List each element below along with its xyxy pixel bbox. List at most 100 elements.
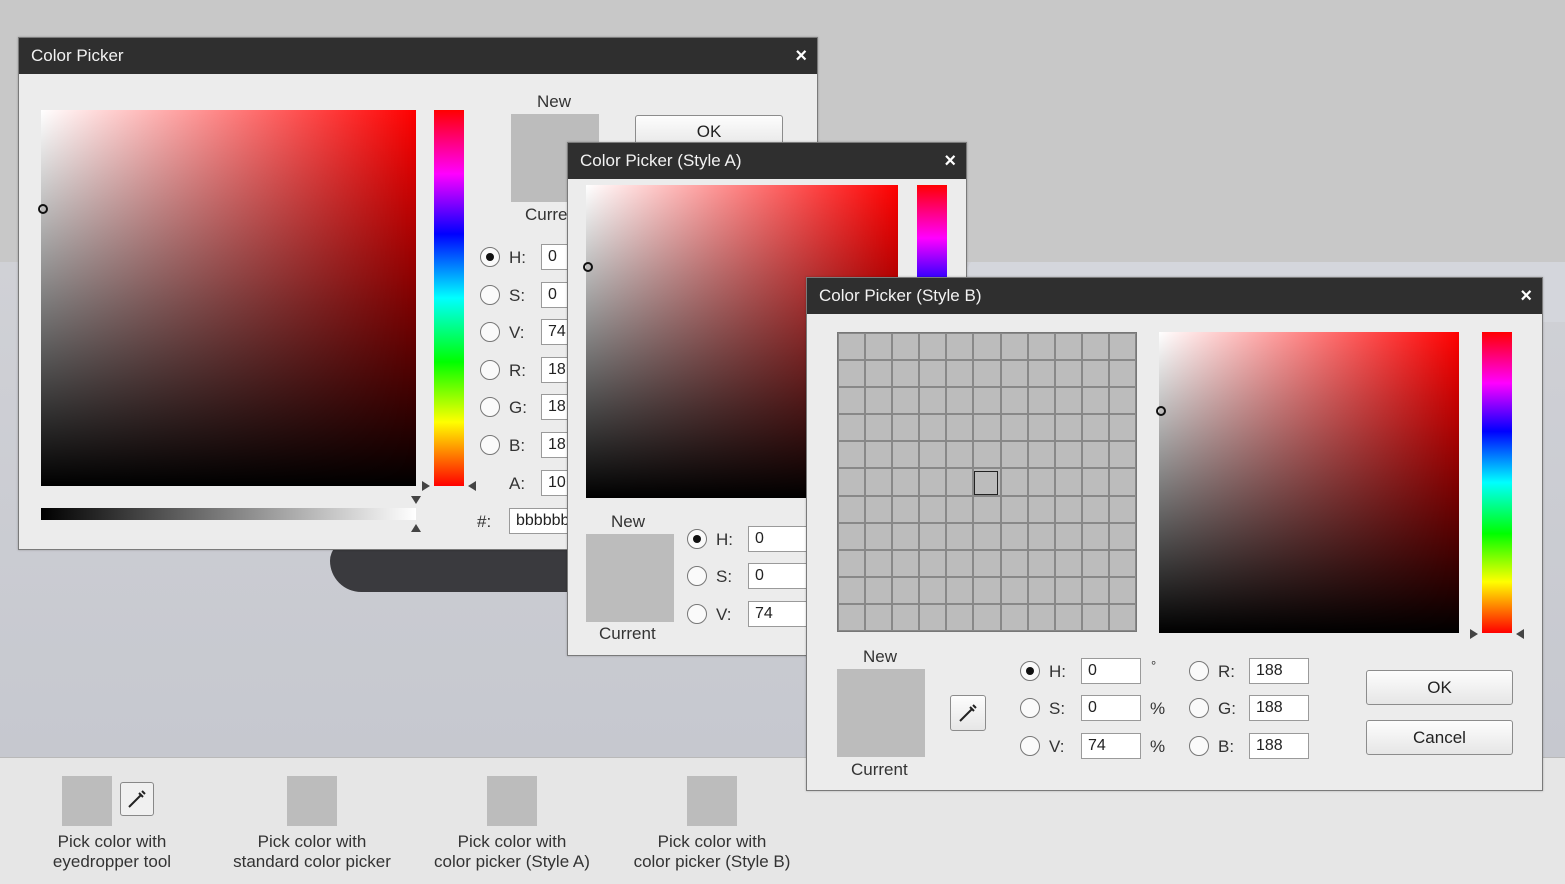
swatch-cell[interactable] <box>1109 604 1135 630</box>
close-icon[interactable]: × <box>944 143 956 179</box>
swatch-cell[interactable] <box>1082 496 1108 522</box>
swatch-cell[interactable] <box>893 604 919 630</box>
swatch-cell[interactable] <box>947 415 973 441</box>
swatch-cell[interactable] <box>920 388 946 414</box>
swatch-cell[interactable] <box>1055 469 1081 495</box>
radio-b[interactable] <box>1189 736 1209 756</box>
swatch-cell[interactable] <box>920 577 946 603</box>
swatch-cell[interactable] <box>1028 577 1054 603</box>
swatch-cell[interactable] <box>893 577 919 603</box>
swatch-cell[interactable] <box>1109 523 1135 549</box>
cancel-button[interactable]: Cancel <box>1366 720 1513 755</box>
swatch-cell[interactable] <box>1001 523 1027 549</box>
eyedropper-button[interactable] <box>120 782 154 816</box>
swatch-cell[interactable] <box>1082 577 1108 603</box>
swatch-cell[interactable] <box>947 388 973 414</box>
swatch-cell[interactable] <box>1028 415 1054 441</box>
radio-r[interactable] <box>480 360 500 380</box>
swatch-cell[interactable] <box>866 388 892 414</box>
swatch-cell[interactable] <box>947 496 973 522</box>
sv-cursor[interactable] <box>38 204 48 214</box>
eyedropper-button[interactable] <box>950 695 986 731</box>
swatch-cell[interactable] <box>1001 334 1027 360</box>
swatch-cell[interactable] <box>1082 469 1108 495</box>
swatch-cell[interactable] <box>839 469 865 495</box>
swatch-cell[interactable] <box>920 550 946 576</box>
swatch-cell[interactable] <box>866 442 892 468</box>
swatch-cell[interactable] <box>893 496 919 522</box>
radio-g[interactable] <box>1189 698 1209 718</box>
swatch-cell[interactable] <box>1028 388 1054 414</box>
swatch-cell[interactable] <box>974 388 1000 414</box>
s-field[interactable]: 0 <box>1081 695 1141 721</box>
swatch-cell[interactable] <box>839 550 865 576</box>
radio-h[interactable] <box>687 529 707 549</box>
swatch-cell[interactable] <box>1028 442 1054 468</box>
swatch-cell[interactable] <box>974 361 1000 387</box>
swatch-cell[interactable] <box>1028 604 1054 630</box>
swatch-cell[interactable] <box>1109 577 1135 603</box>
swatch-cell[interactable] <box>893 523 919 549</box>
swatch-cell[interactable] <box>1055 415 1081 441</box>
close-icon[interactable]: × <box>1520 278 1532 314</box>
swatch-cell[interactable] <box>839 523 865 549</box>
radio-h[interactable] <box>1020 661 1040 681</box>
swatch-cell[interactable] <box>893 415 919 441</box>
radio-s[interactable] <box>480 285 500 305</box>
swatch-cell[interactable] <box>866 334 892 360</box>
swatch-cell[interactable] <box>1082 334 1108 360</box>
swatch-cell[interactable] <box>1028 496 1054 522</box>
swatch-cell[interactable] <box>1109 550 1135 576</box>
swatch-cell[interactable] <box>1055 334 1081 360</box>
swatch-cell[interactable] <box>920 496 946 522</box>
hue-slider[interactable] <box>1482 332 1512 633</box>
swatch-cell[interactable] <box>839 334 865 360</box>
swatch-cell[interactable] <box>1001 469 1027 495</box>
swatch-cell[interactable] <box>1109 361 1135 387</box>
swatch-cell[interactable] <box>974 577 1000 603</box>
swatch-cell[interactable] <box>920 442 946 468</box>
radio-v[interactable] <box>1020 736 1040 756</box>
swatch-cell[interactable] <box>1001 388 1027 414</box>
alpha-slider[interactable] <box>41 508 416 520</box>
swatch-cell[interactable] <box>1055 361 1081 387</box>
sv-cursor[interactable] <box>583 262 593 272</box>
eyedropper-color-swatch[interactable] <box>62 776 112 826</box>
swatch-cell[interactable] <box>1109 388 1135 414</box>
swatch-cell[interactable] <box>1109 442 1135 468</box>
swatch-cell[interactable] <box>947 334 973 360</box>
swatch-cell[interactable] <box>1028 361 1054 387</box>
swatch-cell[interactable] <box>1055 388 1081 414</box>
radio-s[interactable] <box>687 566 707 586</box>
swatch-cell[interactable] <box>893 442 919 468</box>
swatch-cell[interactable] <box>947 361 973 387</box>
swatch-cell[interactable] <box>1055 442 1081 468</box>
style-b-picker-swatch[interactable] <box>687 776 737 826</box>
saturation-value-area[interactable] <box>41 110 416 486</box>
swatch-cell[interactable] <box>920 415 946 441</box>
swatch-cell[interactable] <box>1109 334 1135 360</box>
swatch-cell[interactable] <box>947 442 973 468</box>
swatch-cell[interactable] <box>839 577 865 603</box>
swatch-cell[interactable] <box>866 577 892 603</box>
swatch-cell[interactable] <box>974 442 1000 468</box>
swatch-cell[interactable] <box>920 361 946 387</box>
r-field[interactable]: 188 <box>1249 658 1309 684</box>
radio-v[interactable] <box>687 604 707 624</box>
swatch-cell[interactable] <box>866 469 892 495</box>
swatch-cell[interactable] <box>866 361 892 387</box>
swatch-cell[interactable] <box>1082 388 1108 414</box>
swatch-cell[interactable] <box>1082 604 1108 630</box>
swatch-cell[interactable] <box>974 415 1000 441</box>
swatch-cell[interactable] <box>866 604 892 630</box>
swatch-cell[interactable] <box>1109 415 1135 441</box>
swatch-cell[interactable] <box>839 604 865 630</box>
swatch-cell[interactable] <box>947 577 973 603</box>
swatch-cell[interactable] <box>1109 469 1135 495</box>
swatch-cell[interactable] <box>920 604 946 630</box>
swatch-cell[interactable] <box>839 442 865 468</box>
swatch-cell[interactable] <box>1082 361 1108 387</box>
swatch-cell[interactable] <box>947 523 973 549</box>
swatch-cell[interactable] <box>1028 523 1054 549</box>
swatch-cell[interactable] <box>920 469 946 495</box>
